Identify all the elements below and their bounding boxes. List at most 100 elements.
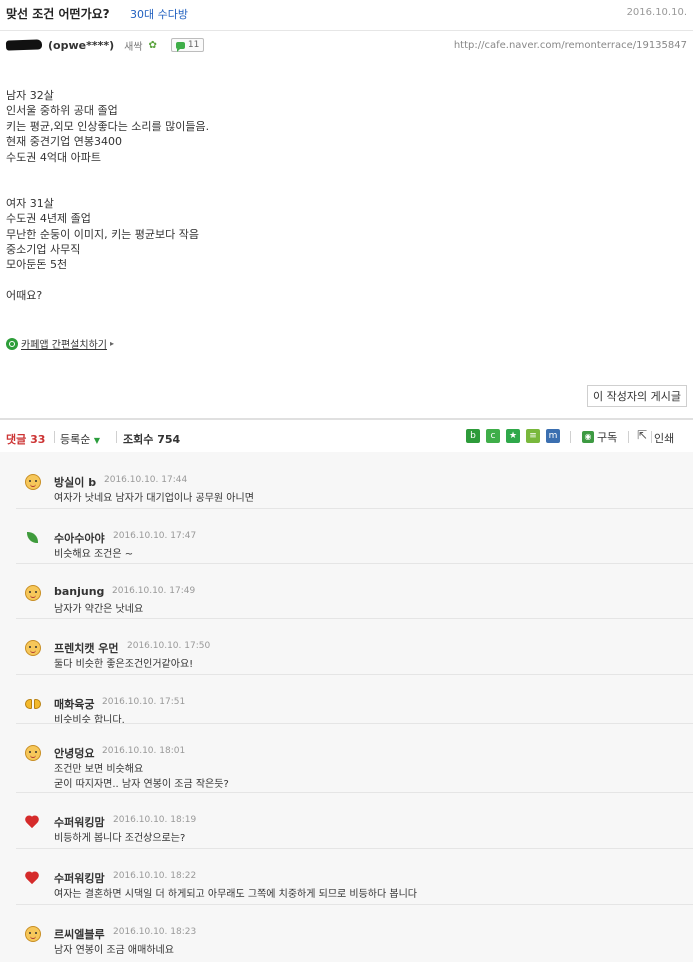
post-url[interactable]: http://cafe.naver.com/remonterrace/19135…: [454, 40, 687, 51]
comment-author[interactable]: 방실이 b: [54, 474, 96, 490]
comment-author[interactable]: 수퍼워킹맘: [54, 814, 105, 830]
cafe-icon[interactable]: c: [486, 429, 500, 443]
author-id[interactable]: (opwe****): [48, 39, 114, 52]
bow-icon[interactable]: [25, 696, 41, 712]
comment-divider: [16, 563, 693, 564]
heart-icon[interactable]: [25, 870, 41, 886]
comment-text-line: 비슷해요 조건은 ~: [54, 549, 134, 560]
memo-icon[interactable]: ≡: [526, 429, 540, 443]
comment-count-badge[interactable]: 11: [170, 38, 205, 52]
smiley-face-icon[interactable]: [25, 745, 41, 761]
post-body-line: 수도권 4억대 아파트: [6, 150, 101, 164]
post-category-link[interactable]: 30대 수다방: [130, 6, 188, 22]
post-title: 맞선 조건 어떤가요?: [6, 7, 110, 21]
cafe-app-install-link[interactable]: 카페앱 간편설치하기 ▸: [6, 336, 114, 351]
post-body-line: 남자 32살: [6, 89, 54, 102]
comment-timestamp: 2016.10.10. 18:19: [113, 815, 197, 825]
print-button[interactable]: 인쇄: [654, 430, 674, 446]
comment-author[interactable]: 수퍼워킹맘: [54, 870, 105, 886]
comment-text: 여자가 낫네요 남자가 대기업이나 공무원 아니면: [54, 492, 254, 507]
comment-count[interactable]: 댓글 33: [6, 431, 45, 447]
comment-text-line: 조건만 보면 비슷해요: [54, 764, 144, 775]
smiley-face-icon[interactable]: [25, 640, 41, 656]
comment-author[interactable]: 매화육궁: [54, 696, 94, 712]
comment-timestamp: 2016.10.10. 18:22: [113, 871, 197, 881]
comment-divider: [16, 618, 693, 619]
subscribe-label: 구독: [597, 431, 618, 444]
leaf-icon[interactable]: [25, 530, 41, 546]
comment-author[interactable]: 르씨엘블루: [54, 926, 105, 942]
post-body-line: 무난한 순둥이 이미지, 키는 평균보다 작음: [6, 227, 200, 241]
comment-text: 조건만 보면 비슷해요굳이 따지자면.. 남자 연봉이 조금 작은듯?: [54, 763, 229, 792]
post-body-line: 인서울 중하위 공대 졸업: [6, 104, 118, 118]
post-body-line: 어때요?: [6, 289, 43, 303]
post-body-line: [6, 273, 209, 288]
post-body-line: 현재 중견기업 연봉3400: [6, 135, 122, 149]
comment-timestamp: 2016.10.10. 17:44: [104, 475, 188, 485]
comment-text: 둘다 비슷한 좋은조건인거같아요!: [54, 658, 193, 673]
post-body-line: 중소기업 사무직: [6, 242, 81, 256]
comment-text-line: 남자가 약간은 낫네요: [54, 604, 144, 615]
comment-timestamp: 2016.10.10. 17:47: [113, 531, 197, 541]
comment-text-line: 여자는 결혼하면 시댁일 더 하게되고 아무래도 그쪽에 치중하게 되므로 비등…: [54, 889, 417, 900]
comment-text-line: 비등하게 봅니다 조건상으로는?: [54, 833, 186, 844]
post-body-line: 여자 31살: [6, 196, 54, 210]
comment-divider: [16, 792, 693, 793]
author-posts-button[interactable]: 이 작성자의 게시글: [587, 385, 687, 407]
smiley-face-icon[interactable]: [25, 926, 41, 942]
post-date: 2016.10.10.: [626, 7, 687, 18]
header-divider: [0, 30, 693, 31]
cafe-app-icon: [6, 337, 18, 350]
view-count-number: 754: [157, 433, 181, 446]
comment-text: 여자는 결혼하면 시댁일 더 하게되고 아무래도 그쪽에 치중하게 되므로 비등…: [54, 888, 417, 903]
chat-bubble-icon: [175, 41, 185, 52]
chevron-down-icon: ▼: [93, 436, 101, 445]
comment-count-number: 33: [30, 433, 46, 446]
comment-divider: [16, 723, 693, 724]
share-export-icon[interactable]: ⇱: [637, 428, 647, 442]
comment-text-line: 비슷비슷 합니다.: [54, 715, 125, 726]
post-body-line: 키는 평균,외모 인상좋다는 소리를 많이들음.: [6, 119, 210, 133]
comment-text: 비등하게 봅니다 조건상으로는?: [54, 832, 185, 847]
comment-badge-count: 11: [187, 40, 200, 50]
me2day-icon[interactable]: m: [546, 429, 560, 443]
comment-toolbar: 댓글 33 등록순 ▼ 조회수 754 b c ★ ≡ m ◉ 구독 ⇱ 인쇄: [0, 418, 693, 452]
heart-icon[interactable]: [25, 814, 41, 830]
author-level: 새싹: [124, 41, 143, 53]
blog-icon[interactable]: b: [466, 429, 480, 443]
comment-text-line: 남자 연봉이 조금 애매하네요: [54, 945, 174, 956]
comment-text: 남자가 약간은 낫네요: [54, 603, 143, 618]
view-count-label: 조회수: [123, 433, 154, 446]
comment-text: 비슷해요 조건은 ~: [54, 548, 133, 563]
smiley-face-icon[interactable]: [25, 474, 41, 490]
comment-author[interactable]: 수아수아야: [54, 530, 105, 546]
comment-divider: [16, 674, 693, 675]
comment-text-line: 굳이 따지자면.. 남자 연봉이 조금 작은듯?: [54, 778, 229, 790]
bookmark-star-icon[interactable]: ★: [506, 429, 520, 443]
toolbar-separator: [54, 431, 55, 443]
rss-icon: ◉: [582, 431, 594, 443]
smiley-face-icon[interactable]: [25, 585, 41, 601]
comment-timestamp: 2016.10.10. 17:49: [112, 586, 196, 596]
sprout-icon: ✿: [148, 39, 157, 51]
toolbar-separator: [570, 431, 571, 443]
toolbar-separator: [628, 431, 629, 443]
post-body-line: [6, 165, 209, 180]
sort-order-dropdown[interactable]: 등록순 ▼: [60, 431, 100, 447]
author-redaction: [5, 39, 43, 51]
comment-text-line: 둘다 비슷한 좋은조건인거같아요!: [54, 659, 194, 670]
post-body: 남자 32살인서울 중하위 공대 졸업 키는 평균,외모 인상좋다는 소리를 많이…: [6, 88, 209, 303]
comment-text: 비슷비슷 합니다.: [54, 714, 125, 729]
toolbar-separator: [116, 431, 117, 443]
sort-order-label: 등록순: [60, 433, 91, 446]
comment-divider: [16, 904, 693, 905]
comment-author[interactable]: 안녕덩요: [54, 745, 94, 761]
subscribe-button[interactable]: ◉ 구독: [582, 429, 617, 445]
post-body-line: 모아둔돈 5천: [6, 258, 68, 272]
comment-timestamp: 2016.10.10. 18:01: [102, 746, 186, 756]
comment-author[interactable]: banjung: [54, 585, 104, 598]
post-body-line: [6, 180, 209, 195]
comment-author[interactable]: 프렌치캣 우먼: [54, 640, 119, 656]
chevron-right-icon: ▸: [109, 339, 114, 348]
comment-text-line: 여자가 낫네요 남자가 대기업이나 공무원 아니면: [54, 493, 254, 504]
